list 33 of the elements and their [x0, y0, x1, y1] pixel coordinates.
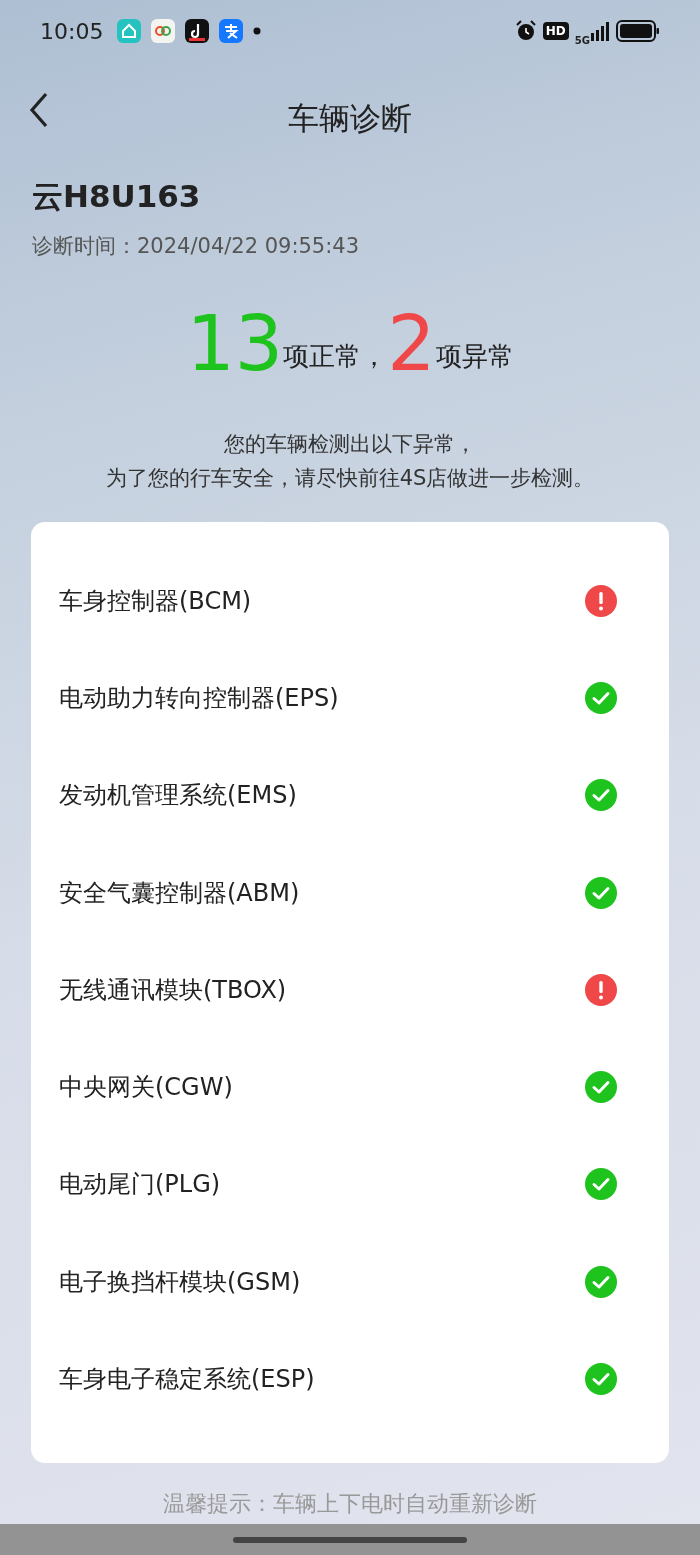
module-name: 无线通讯模块(TBOX) — [59, 974, 287, 1006]
module-name: 安全气囊控制器(ABM) — [59, 877, 300, 909]
status-time: 10:05 — [40, 18, 104, 44]
module-name: 发动机管理系统(EMS) — [59, 780, 297, 812]
back-button[interactable] — [28, 92, 50, 128]
normal-count: 13 — [186, 306, 284, 382]
module-name: 车身控制器(BCM) — [59, 585, 252, 617]
home-app-icon — [117, 19, 142, 43]
battery-icon — [616, 20, 660, 42]
music-note-app-icon — [185, 19, 210, 43]
hd-badge: HD — [542, 22, 569, 40]
page-title: 车辆诊断 — [288, 99, 412, 138]
home-indicator[interactable] — [233, 1536, 467, 1543]
module-name: 电动助力转向控制器(EPS) — [59, 682, 339, 714]
tip-text: 温馨提示：车辆上下电时自动重新诊断 — [163, 1490, 537, 1516]
module-name: 电子换挡杆模块(GSM) — [59, 1266, 301, 1298]
module-name: 中央网关(CGW) — [59, 1072, 233, 1104]
abnormal-count: 2 — [387, 306, 436, 382]
abnormal-label: 项异常 — [435, 340, 514, 373]
alarm-clock-icon — [514, 20, 537, 42]
signal-icon — [590, 21, 610, 41]
module-name: 电动尾门(PLG) — [59, 1169, 221, 1201]
plate-number: 云H8U163 — [32, 177, 202, 216]
network-label: 5G — [574, 34, 590, 46]
app-icon — [151, 19, 176, 43]
time-label: 诊断时间： — [32, 234, 137, 258]
notification-dot-icon — [253, 27, 262, 35]
diagnosis-time: 2024/04/22 09:55:43 — [137, 234, 360, 258]
normal-label: 项正常， — [283, 340, 388, 373]
warning-message: 您的车辆检测出以下异常， — [224, 431, 476, 458]
payment-app-icon — [219, 19, 244, 43]
warning-message: 为了您的行车安全，请尽快前往4S店做进一步检测。 — [105, 465, 595, 492]
module-name: 车身电子稳定系统(ESP) — [59, 1364, 315, 1395]
